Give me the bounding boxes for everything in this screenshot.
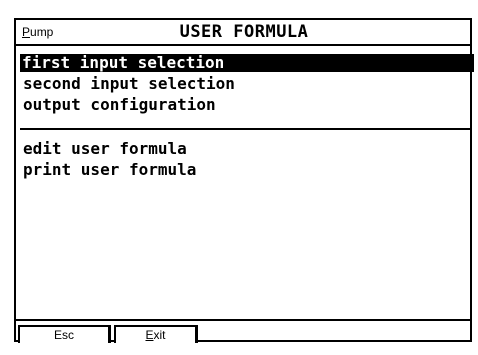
pump-screen: Pump USER FORMULA first input selection … [0,0,478,355]
page-title: USER FORMULA [179,22,309,42]
menu-item-print-user-formula[interactable]: print user formula [21,161,196,179]
menu-divider [20,128,472,130]
title-bar: Pump USER FORMULA [16,20,472,46]
exit-button[interactable]: Exit [114,325,198,343]
menu-item-edit-user-formula[interactable]: edit user formula [21,140,187,158]
esc-button-label: Esc [53,328,74,342]
exit-button-initial: E [145,328,154,342]
esc-button[interactable]: Esc [18,325,111,343]
menu-item-second-input-selection[interactable]: second input selection [21,75,235,93]
menu-item-first-input-selection[interactable]: first input selection [20,54,474,72]
exit-button-rest: xit [153,328,166,342]
menu-item-output-configuration[interactable]: output configuration [21,96,216,114]
softkey-bar-divider [16,319,472,321]
